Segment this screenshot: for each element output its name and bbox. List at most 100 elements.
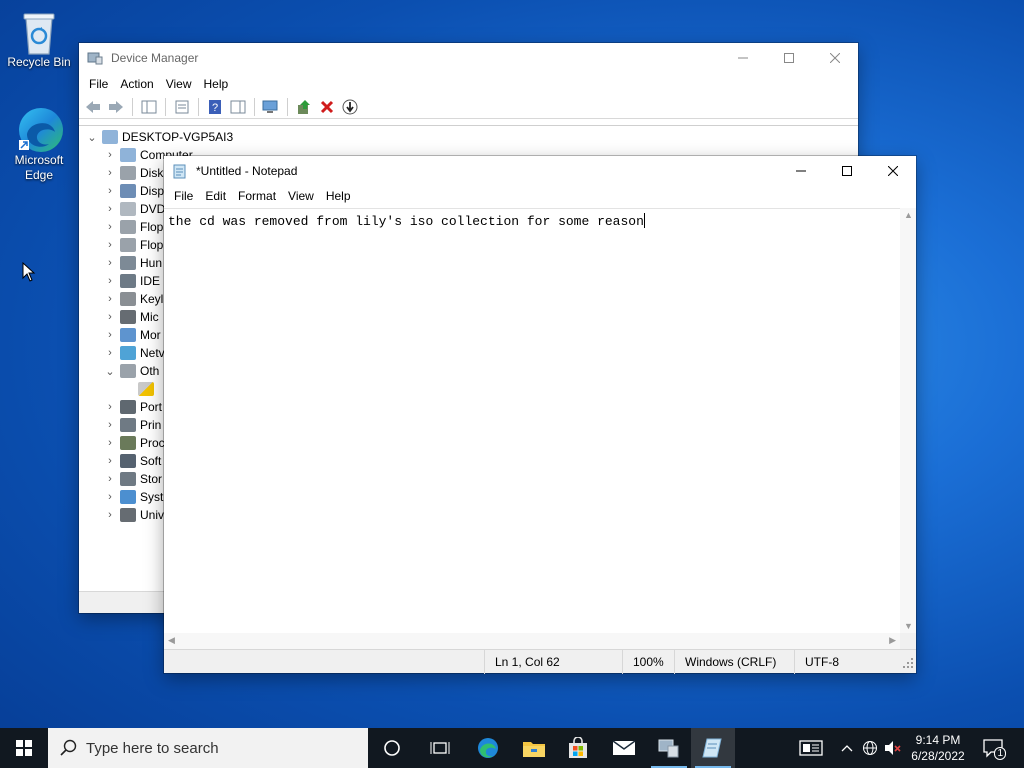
show-hide-console-tree-icon[interactable] [139,97,159,117]
desktop-icon-recycle-bin[interactable]: Recycle Bin [1,8,77,70]
menu-view[interactable]: View [282,186,320,206]
tree-category-item[interactable]: › Prin [103,416,161,434]
chevron-right-icon[interactable]: › [103,203,117,215]
tree-item-label: IDE [140,274,161,288]
chevron-right-icon[interactable]: › [103,293,117,305]
title-bar[interactable]: Device Manager [79,43,858,73]
menu-format[interactable]: Format [232,186,282,206]
chevron-right-icon[interactable]: › [103,401,117,413]
tree-category-item[interactable]: › Soft [103,452,161,470]
action-center-button[interactable]: 1 [980,728,1008,768]
task-view-button[interactable] [418,728,462,768]
desktop-icon-microsoft-edge[interactable]: Microsoft Edge [1,106,77,183]
tree-category-item[interactable]: › Stor [103,470,162,488]
tree-category-item[interactable]: › Disp [103,182,164,200]
chevron-right-icon[interactable]: › [103,167,117,179]
tree-category-item[interactable]: ⌄ Oth [103,362,159,380]
menu-file[interactable]: File [83,73,114,95]
chevron-right-icon[interactable]: › [103,509,117,521]
update-driver-icon[interactable] [294,97,314,117]
properties-icon[interactable] [172,97,192,117]
menu-help[interactable]: Help [198,73,235,95]
toolbar-separator [198,97,199,116]
taskbar-notepad[interactable] [691,728,735,768]
close-button[interactable] [870,156,916,186]
taskbar-clock[interactable]: 9:14 PM 6/28/2022 [905,728,971,768]
tree-root[interactable]: ⌄ DESKTOP-VGP5AI3 [85,128,233,146]
scroll-down-icon[interactable]: ▼ [904,621,913,631]
uninstall-device-icon[interactable] [317,97,337,117]
tree-category-item[interactable]: › Hun [103,254,162,272]
resize-grip-icon[interactable] [903,657,913,671]
taskbar-device-manager[interactable] [647,728,691,768]
chevron-right-icon[interactable]: › [103,185,117,197]
tree-category-item[interactable]: › Proc [103,434,165,452]
menu-view[interactable]: View [160,73,198,95]
device-category-icon [120,508,136,522]
scroll-left-icon[interactable]: ◀ [168,635,175,646]
chevron-right-icon[interactable]: › [103,257,117,269]
tree-category-item[interactable]: › Syst [103,488,163,506]
chevron-right-icon[interactable]: › [103,275,117,287]
tree-category-item[interactable]: › Flop [103,236,163,254]
close-button[interactable] [812,43,858,73]
minimize-button[interactable] [778,156,824,186]
tree-category-item[interactable]: › DVD [103,200,165,218]
menu-help[interactable]: Help [320,186,357,206]
show-hidden-icons-button[interactable] [836,728,858,768]
cortana-button[interactable] [370,728,414,768]
tree-category-item[interactable]: › Mor [103,326,161,344]
horizontal-scrollbar[interactable]: ◀ ▶ [164,633,900,649]
taskbar-search-box[interactable]: Type here to search [48,728,368,768]
scroll-right-icon[interactable]: ▶ [889,635,896,646]
minimize-button[interactable] [720,43,766,73]
chevron-down-icon[interactable]: ⌄ [103,365,117,378]
chevron-right-icon[interactable]: › [103,473,117,485]
chevron-right-icon[interactable]: › [103,149,117,161]
taskbar-file-explorer[interactable] [512,728,556,768]
chevron-right-icon[interactable]: › [103,455,117,467]
notepad-window[interactable]: *Untitled - Notepad File Edit Format Vie… [164,156,916,674]
menu-file[interactable]: File [168,186,199,206]
taskbar-mail[interactable] [602,728,646,768]
chevron-right-icon[interactable]: › [103,221,117,233]
taskbar-microsoft-store[interactable] [556,728,600,768]
tree-category-item[interactable]: › Flop [103,218,163,236]
forward-button[interactable] [106,97,126,117]
start-button[interactable] [0,728,48,768]
tree-child-item[interactable] [135,380,158,398]
chevron-down-icon[interactable]: ⌄ [85,131,99,144]
tree-category-item[interactable]: › Netv [103,344,165,362]
chevron-right-icon[interactable]: › [103,419,117,431]
help-icon[interactable]: ? [205,97,225,117]
tree-category-item[interactable]: › Mic [103,308,159,326]
scan-hardware-icon[interactable] [261,97,281,117]
menu-edit[interactable]: Edit [199,186,232,206]
news-and-interests-button[interactable] [794,728,828,768]
network-button[interactable] [859,728,881,768]
chevron-right-icon[interactable]: › [103,437,117,449]
vertical-scrollbar[interactable]: ▲ ▼ [900,208,916,633]
tree-category-item[interactable]: › Disk [103,164,163,182]
taskbar-edge[interactable] [466,728,510,768]
text-editor[interactable]: the cd was removed from lily's iso colle… [164,208,900,633]
tree-category-item[interactable]: › IDE [103,272,160,290]
title-bar[interactable]: *Untitled - Notepad [164,156,916,186]
action-pane-icon[interactable] [228,97,248,117]
chevron-right-icon[interactable]: › [103,347,117,359]
maximize-button[interactable] [766,43,812,73]
menu-action[interactable]: Action [114,73,159,95]
volume-button[interactable] [882,728,904,768]
chevron-right-icon[interactable]: › [103,329,117,341]
back-button[interactable] [83,97,103,117]
chevron-right-icon[interactable]: › [103,239,117,251]
enable-device-icon[interactable] [340,97,360,117]
tree-category-item[interactable]: › Port [103,398,162,416]
chevron-right-icon[interactable]: › [103,311,117,323]
tree-item-label: Netv [140,346,165,360]
maximize-button[interactable] [824,156,870,186]
tree-category-item[interactable]: › Keyl [103,290,163,308]
scroll-up-icon[interactable]: ▲ [904,210,913,220]
tree-category-item[interactable]: › Univ [103,506,164,524]
chevron-right-icon[interactable]: › [103,491,117,503]
